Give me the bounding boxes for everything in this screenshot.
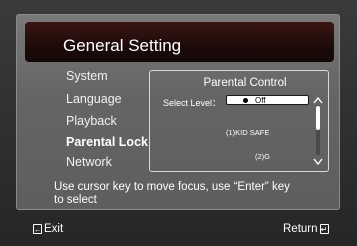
return-key-icon: ↵: [319, 223, 329, 234]
return-button[interactable]: Return ↵: [283, 223, 331, 235]
page-title: General Setting: [63, 36, 182, 55]
return-label: Return: [283, 223, 318, 235]
select-level-field[interactable]: [226, 95, 309, 105]
level-option-g[interactable]: (2)G: [255, 152, 270, 161]
level-option-kid-safe[interactable]: (1)KID SAFE: [226, 128, 269, 137]
menu-item-language[interactable]: Language: [66, 92, 122, 106]
chevron-down-icon[interactable]: [313, 158, 323, 166]
exit-label: Exit: [44, 223, 64, 235]
menu-item-parental-lock[interactable]: Parental Lock: [66, 135, 148, 149]
parental-control-title: Parental Control: [203, 77, 287, 89]
exit-button[interactable]: ← Exit: [31, 223, 63, 235]
menu-item-network[interactable]: Network: [66, 155, 112, 169]
help-text-line-2: to select: [54, 194, 97, 206]
select-level-label: Select Level：: [163, 98, 222, 108]
bullet-icon: [243, 98, 248, 103]
exit-key-icon: ←: [33, 223, 42, 234]
scrollbar-thumb[interactable]: [316, 106, 320, 130]
menu-item-playback[interactable]: Playback: [66, 114, 117, 128]
select-level-value: Off: [255, 96, 266, 105]
help-text-line-1: Use cursor key to move focus, use “Enter…: [54, 181, 290, 193]
menu-item-system[interactable]: System: [66, 69, 108, 83]
chevron-up-icon[interactable]: [313, 96, 323, 104]
help-text: Use cursor key to move focus, use “Enter…: [54, 181, 354, 207]
